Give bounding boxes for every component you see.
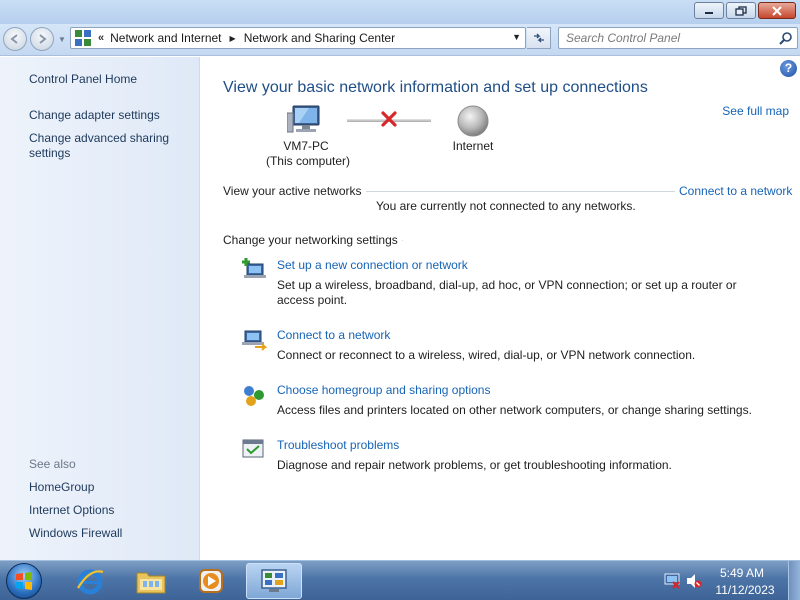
clock-date[interactable]: 11/12/2023 — [710, 583, 780, 597]
control-panel-icon — [261, 569, 287, 592]
maximize-button[interactable] — [726, 2, 756, 19]
internet-explorer-icon — [77, 569, 104, 595]
media-player-icon — [199, 569, 223, 593]
see-also-label: See also — [29, 457, 76, 471]
computer-subtitle: (This computer) — [265, 154, 351, 168]
computer-name: VM7-PC — [283, 139, 329, 153]
show-desktop-button[interactable] — [788, 561, 800, 600]
troubleshoot-icon — [242, 439, 264, 458]
breadcrumb-network-sharing-center[interactable]: Network and Sharing Center — [244, 31, 395, 45]
network-tray-icon[interactable] — [664, 573, 680, 589]
taskbar-media-player[interactable] — [183, 563, 239, 599]
connection-status-text: You are currently not connected to any n… — [376, 199, 636, 213]
refresh-icon — [533, 33, 544, 43]
change-advanced-sharing-link-line2[interactable]: settings — [29, 146, 70, 161]
see-full-map-link[interactable]: See full map — [722, 104, 789, 118]
internet-label: Internet — [452, 139, 494, 153]
refresh-button[interactable] — [527, 27, 551, 49]
setup-new-connection-link[interactable]: Set up a new connection or network — [277, 258, 468, 272]
homegroup-icon — [244, 386, 264, 406]
back-arrow-icon — [10, 34, 18, 44]
control-panel-home-link[interactable]: Control Panel Home — [29, 72, 137, 87]
connect-network-icon — [242, 330, 267, 351]
taskbar-windows-explorer[interactable] — [123, 563, 179, 599]
internet-globe-icon[interactable] — [457, 105, 489, 137]
connect-to-network-link[interactable]: Connect to a network — [675, 184, 793, 198]
homegroup-sharing-link[interactable]: Choose homegroup and sharing options — [277, 383, 490, 397]
homegroup-link[interactable]: HomeGroup — [29, 480, 94, 495]
back-button[interactable] — [3, 27, 27, 51]
address-dropdown-icon[interactable]: ▼ — [512, 32, 521, 42]
breadcrumb-network-and-internet[interactable]: Network and Internet — [110, 31, 221, 45]
minimize-button[interactable] — [694, 2, 724, 19]
disconnected-x-icon[interactable] — [380, 110, 398, 128]
navigation-bar: ▼ « Network and Internet ▶ Network and S… — [0, 24, 800, 56]
windows-logo-icon — [16, 572, 32, 590]
troubleshoot-link[interactable]: Troubleshoot problems — [277, 438, 399, 452]
volume-muted-icon[interactable] — [686, 573, 702, 589]
search-icon[interactable] — [779, 31, 793, 45]
computer-icon[interactable] — [287, 105, 323, 135]
windows-explorer-icon — [136, 572, 166, 594]
active-networks-heading: View your active networks — [223, 184, 366, 198]
close-button[interactable] — [758, 2, 796, 19]
troubleshoot-desc: Diagnose and repair network problems, or… — [277, 458, 672, 472]
windows-firewall-link[interactable]: Windows Firewall — [29, 526, 122, 541]
breadcrumb-arrow-icon[interactable]: ▶ — [230, 34, 236, 43]
new-connection-icon — [242, 258, 266, 278]
settings-heading: Change your networking settings — [223, 233, 402, 247]
control-panel-icon — [75, 30, 91, 46]
connect-network-task-desc: Connect or reconnect to a wireless, wire… — [277, 348, 696, 362]
homegroup-sharing-desc: Access files and printers located on oth… — [277, 403, 752, 417]
setup-new-connection-desc: Set up a wireless, broadband, dial-up, a… — [277, 278, 737, 307]
page-title: View your basic network information and … — [223, 79, 648, 96]
change-adapter-settings-link[interactable]: Change adapter settings — [29, 108, 160, 123]
start-button[interactable] — [6, 563, 42, 599]
system-tray: 5:49 AM 11/12/2023 — [660, 561, 800, 600]
taskbar-control-panel[interactable] — [246, 563, 302, 599]
search-box[interactable] — [558, 27, 798, 49]
close-icon — [772, 5, 782, 16]
title-bar — [0, 0, 800, 24]
minimize-icon — [705, 11, 713, 14]
window-controls — [694, 2, 796, 19]
breadcrumb-overflow[interactable]: « — [98, 32, 104, 44]
forward-button[interactable] — [30, 27, 54, 51]
forward-arrow-icon — [39, 34, 47, 44]
recent-pages-dropdown[interactable]: ▼ — [58, 35, 66, 44]
internet-options-link[interactable]: Internet Options — [29, 503, 114, 518]
address-bar[interactable]: « Network and Internet ▶ Network and Sha… — [70, 27, 526, 49]
main-content: ? View your basic network information an… — [201, 57, 800, 560]
search-input[interactable] — [559, 28, 769, 48]
change-advanced-sharing-link[interactable]: Change advanced sharing — [29, 131, 169, 146]
left-panel: Control Panel Home Change adapter settin… — [0, 57, 200, 560]
help-icon[interactable]: ? — [780, 60, 797, 77]
taskbar: 5:49 AM 11/12/2023 — [0, 560, 800, 600]
restore-icon — [735, 5, 747, 16]
taskbar-internet-explorer[interactable] — [62, 563, 118, 599]
clock-time[interactable]: 5:49 AM — [712, 566, 772, 580]
connect-network-task-link[interactable]: Connect to a network — [277, 328, 390, 342]
